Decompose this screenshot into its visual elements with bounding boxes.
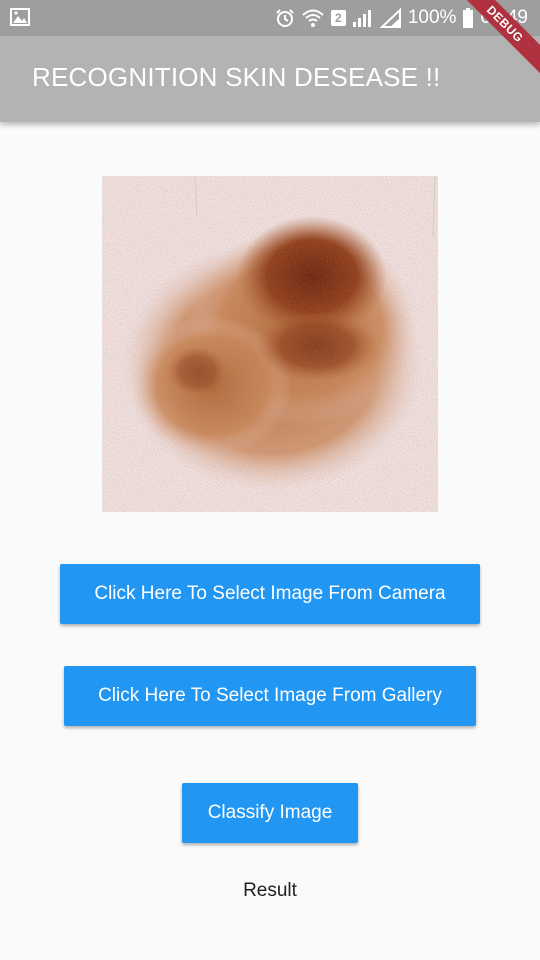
battery-percent: 100%: [407, 7, 457, 28]
status-bar: 2 100% 01:49: [0, 0, 540, 36]
result-label: Result: [243, 880, 297, 901]
app-bar: RECOGNITION SKIN DESEASE !!: [0, 36, 540, 122]
sim-badge: 2: [330, 10, 346, 26]
signal-icon: [379, 8, 402, 28]
select-from-camera-button[interactable]: Click Here To Select Image From Camera: [60, 564, 480, 624]
page-title: RECOGNITION SKIN DESEASE !!: [32, 62, 441, 92]
select-from-gallery-button[interactable]: Click Here To Select Image From Gallery: [64, 666, 476, 726]
battery-icon: [462, 8, 474, 28]
signal-icon: [352, 8, 374, 28]
classify-image-button[interactable]: Classify Image: [182, 783, 358, 843]
image-icon: [10, 8, 30, 28]
alarm-icon: [275, 8, 295, 28]
wifi-icon: [301, 8, 325, 28]
skin-lesion-image: [102, 176, 438, 512]
